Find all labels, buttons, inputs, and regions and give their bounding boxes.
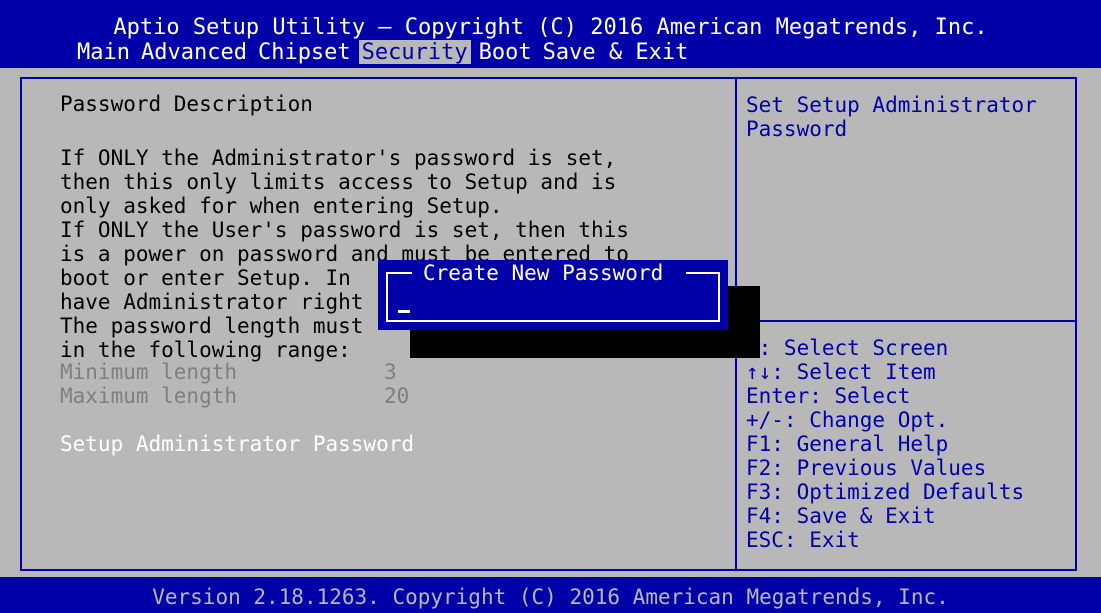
description-line: in the following range: (60, 338, 351, 362)
help-key-esc: ESC: Exit (746, 528, 860, 552)
description-line: If ONLY the User's password is set, then… (60, 218, 629, 242)
help-description-line: Set Setup Administrator (746, 93, 1037, 117)
help-key-f2: F2: Previous Values (746, 456, 987, 480)
description-line: only asked for when entering Setup. (60, 194, 503, 218)
header-bar: Aptio Setup Utility – Copyright (C) 2016… (0, 0, 1101, 68)
menu-item-security[interactable]: Security (358, 40, 471, 65)
description-line: The password length must (60, 314, 364, 338)
version-text: Version 2.18.1263. Copyright (C) 2016 Am… (152, 585, 949, 609)
menu-item-boot[interactable]: Boot (476, 40, 535, 65)
password-input-cursor[interactable] (398, 310, 410, 313)
menu-item-save-exit[interactable]: Save & Exit (540, 40, 692, 65)
dialog-border-top-right (686, 272, 720, 274)
dialog-title: Create New Password (423, 261, 664, 285)
description-line: then this only limits access to Setup an… (60, 170, 617, 194)
menu-bar: Main Advanced Chipset Security Boot Save… (74, 40, 696, 66)
dialog-border-top-left (386, 272, 412, 274)
app-title: Aptio Setup Utility – Copyright (C) 2016… (113, 15, 988, 40)
help-divider (737, 320, 1077, 322)
footer-bar: Version 2.18.1263. Copyright (C) 2016 Am… (0, 577, 1101, 613)
create-password-dialog: Create New Password (378, 260, 728, 330)
setup-administrator-password-item[interactable]: Setup Administrator Password (60, 432, 414, 456)
help-key-f3: F3: Optimized Defaults (746, 480, 1025, 504)
description-line: boot or enter Setup. In (60, 266, 351, 290)
password-description-title: Password Description (60, 92, 313, 116)
min-length-label: Minimum length (60, 360, 238, 384)
help-key-f4: F4: Save & Exit (746, 504, 936, 528)
min-length-value: 3 (384, 360, 397, 384)
max-length-label: Maximum length (60, 384, 238, 408)
help-key-enter: Enter: Select (746, 384, 911, 408)
menu-item-chipset[interactable]: Chipset (255, 40, 354, 65)
help-key-select-item: ↑↓: Select Item (746, 360, 936, 384)
menu-item-main[interactable]: Main (74, 40, 133, 65)
menu-item-advanced[interactable]: Advanced (138, 40, 250, 65)
help-key-change-opt: +/-: Change Opt. (746, 408, 949, 432)
help-key-select-screen: <: Select Screen (746, 336, 949, 360)
description-line: If ONLY the Administrator's password is … (60, 146, 617, 170)
description-line: have Administrator right (60, 290, 364, 314)
help-key-f1: F1: General Help (746, 432, 949, 456)
help-description-line: Password (746, 117, 848, 141)
bios-screen: Aptio Setup Utility – Copyright (C) 2016… (0, 0, 1101, 613)
max-length-value: 20 (384, 384, 410, 408)
